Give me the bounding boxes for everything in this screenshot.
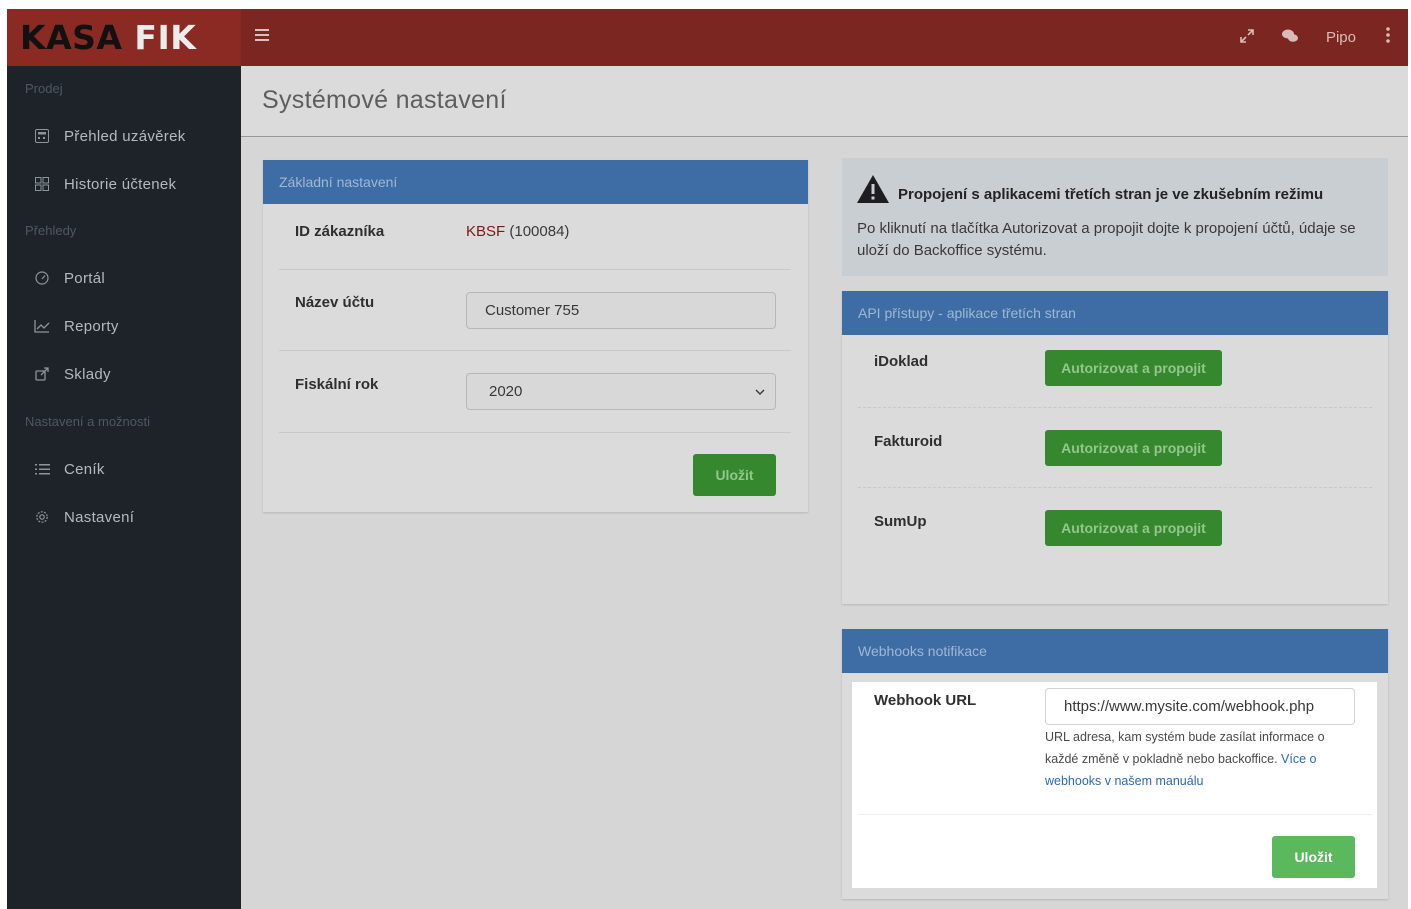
fiscal-year-value: 2020 — [489, 383, 523, 400]
sidebar-section-nastaveni: Nastavení a možnosti — [25, 414, 151, 429]
sidebar-section-prehledy: Přehledy — [25, 223, 77, 238]
divider — [858, 407, 1372, 408]
page-header: Systémové nastavení — [241, 66, 1408, 137]
alert-body: Po kliknutí na tlačítka Autorizovat a pr… — [857, 220, 1356, 259]
app-name-idoklad: iDoklad — [874, 353, 929, 370]
main-content: Systémové nastavení Základní nastavení I… — [241, 66, 1408, 909]
brand-part-2: FIK — [134, 18, 197, 57]
webhooks-header: Webhooks notifikace — [842, 629, 1388, 673]
app-window: KASA FIK Pipo Prodej Přehled uzávěrek Hi… — [7, 9, 1408, 909]
list-icon — [34, 461, 50, 477]
fiscal-year-label: Fiskální rok — [295, 376, 379, 393]
webhooks-save-button[interactable]: Uložit — [1272, 836, 1355, 878]
sidebar-item-reporty[interactable]: Reporty — [7, 306, 241, 346]
customer-code: KBSF — [466, 223, 506, 240]
sidebar-item-historie-uctenek[interactable]: Historie účtenek — [7, 164, 241, 204]
brand-logo[interactable]: KASA FIK — [7, 9, 241, 66]
webhooks-card: Webhooks notifikace Webhook URL https://… — [842, 629, 1388, 899]
app-name-fakturoid: Fakturoid — [874, 433, 943, 450]
page-title: Systémové nastavení — [262, 86, 507, 114]
grid-icon — [34, 176, 50, 192]
account-name-input[interactable]: Customer 755 — [466, 292, 776, 329]
user-menu[interactable]: Pipo — [1326, 29, 1356, 46]
sidebar-section-prodej: Prodej — [25, 81, 63, 96]
chat-icon[interactable] — [1281, 29, 1298, 46]
basic-save-button[interactable]: Uložit — [693, 454, 776, 496]
chart-icon — [34, 318, 50, 334]
webhook-url-label: Webhook URL — [874, 692, 977, 709]
sidebar-item-label: Portál — [64, 269, 105, 287]
warning-icon — [857, 175, 889, 203]
gauge-icon — [34, 270, 50, 286]
api-access-card: API přístupy - aplikace třetích stran iD… — [842, 291, 1388, 604]
webhooks-panel: Webhook URL https://www.mysite.com/webho… — [852, 682, 1377, 888]
sidebar-item-label: Nastavení — [64, 508, 135, 526]
divider — [279, 350, 791, 351]
share-icon — [34, 366, 50, 382]
divider — [279, 269, 791, 270]
api-access-header: API přístupy - aplikace třetích stran — [842, 291, 1388, 335]
sidebar-item-portal[interactable]: Portál — [7, 258, 241, 298]
top-right-tools: Pipo — [1240, 9, 1408, 66]
app-name-sumup: SumUp — [874, 513, 927, 530]
sidebar-item-prehled-uzaverek[interactable]: Přehled uzávěrek — [7, 116, 241, 156]
customer-id-value: KBSF (100084) — [466, 223, 569, 240]
hamburger-icon[interactable] — [255, 25, 275, 47]
divider — [858, 814, 1372, 815]
alert-title: Propojení s aplikacemi třetích stran je … — [898, 186, 1324, 203]
account-name-label: Název účtu — [295, 294, 375, 311]
trial-mode-alert: Propojení s aplikacemi třetích stran je … — [842, 158, 1388, 276]
kebab-icon[interactable] — [1386, 27, 1390, 48]
sidebar-item-label: Historie účtenek — [64, 175, 177, 193]
sidebar-item-label: Přehled uzávěrek — [64, 127, 186, 145]
customer-number: (100084) — [509, 223, 570, 240]
webhook-help-text: URL adresa, kam systém bude zasílat info… — [1045, 726, 1345, 792]
expand-icon[interactable] — [1240, 29, 1254, 46]
authorize-sumup-button[interactable]: Autorizovat a propojit — [1045, 510, 1222, 546]
calculator-icon — [34, 128, 50, 144]
sidebar-item-label: Ceník — [64, 460, 105, 478]
basic-settings-card: Základní nastavení ID zákazníka KBSF (10… — [263, 160, 808, 512]
customer-id-label: ID zákazníka — [295, 223, 385, 240]
sidebar-item-cenik[interactable]: Ceník — [7, 449, 241, 489]
basic-settings-header: Základní nastavení — [263, 160, 808, 204]
chevron-down-icon — [755, 386, 765, 398]
authorize-idoklad-button[interactable]: Autorizovat a propojit — [1045, 350, 1222, 386]
webhook-url-input[interactable]: https://www.mysite.com/webhook.php — [1045, 688, 1355, 725]
fiscal-year-select[interactable]: 2020 — [466, 373, 776, 410]
brand-part-1: KASA — [20, 18, 123, 57]
gear-icon — [34, 509, 50, 525]
sidebar: Prodej Přehled uzávěrek Historie účtenek… — [7, 66, 241, 909]
sidebar-item-sklady[interactable]: Sklady — [7, 354, 241, 394]
sidebar-item-nastaveni[interactable]: Nastavení — [7, 497, 241, 537]
sidebar-item-label: Sklady — [64, 365, 111, 383]
authorize-fakturoid-button[interactable]: Autorizovat a propojit — [1045, 430, 1222, 466]
sidebar-item-label: Reporty — [64, 317, 119, 335]
divider — [858, 487, 1372, 488]
divider — [279, 432, 791, 433]
top-bar: KASA FIK Pipo — [7, 9, 1408, 66]
